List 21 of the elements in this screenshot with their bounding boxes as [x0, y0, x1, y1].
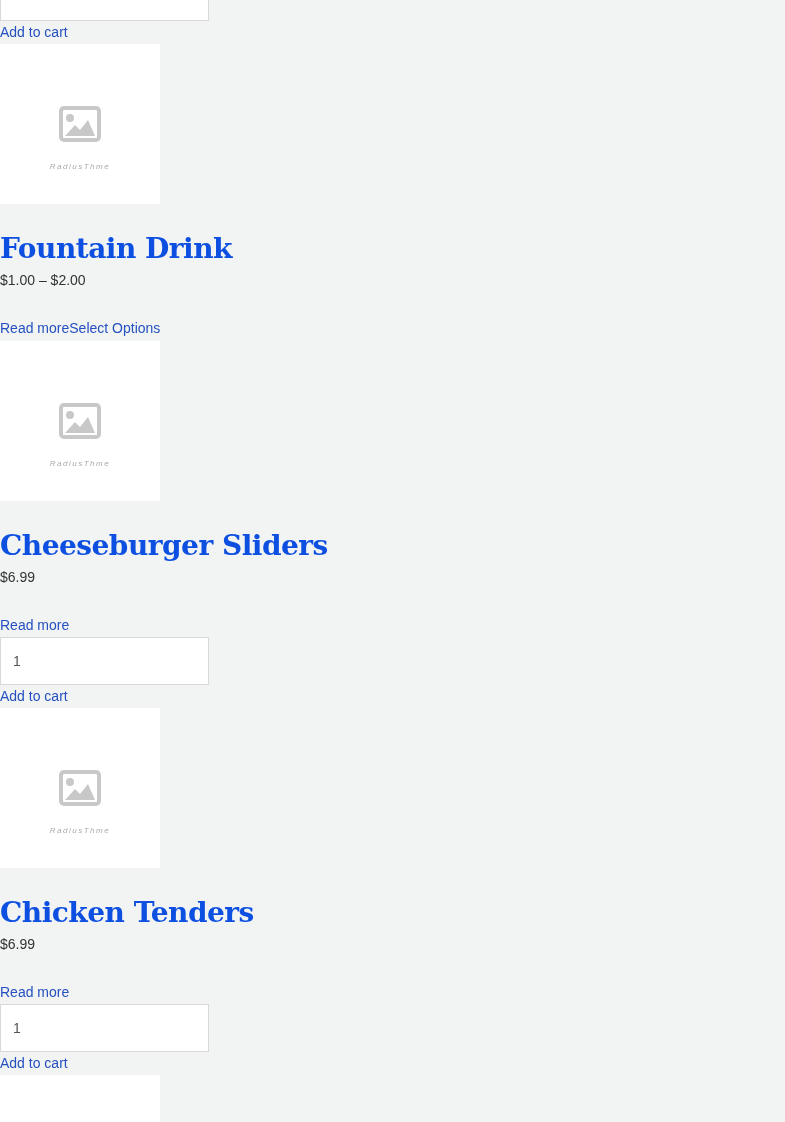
product-price: $6.99 — [0, 568, 37, 587]
quantity-field[interactable]: 1 — [0, 637, 209, 685]
product-price: $1.00 – $2.00 — [0, 271, 87, 290]
product-title[interactable]: Fountain Drink — [0, 231, 785, 267]
add-to-cart-link[interactable]: Add to cart — [0, 1052, 68, 1074]
product-link[interactable]: Select Options — [69, 317, 161, 339]
add-to-cart-link[interactable]: Add to cart — [0, 21, 68, 43]
image-caption: RadiusThme — [49, 459, 111, 468]
add-to-cart-link[interactable]: Add to cart — [0, 685, 68, 707]
image-caption: RadiusThme — [49, 162, 111, 171]
image-placeholder-icon — [59, 770, 101, 806]
product-link[interactable]: Read more — [0, 981, 70, 1003]
quantity-field[interactable]: 1 — [0, 1004, 209, 1052]
product-link[interactable]: Read more — [0, 317, 70, 339]
product-link[interactable]: Read more — [0, 614, 70, 636]
product-title[interactable]: Chicken Tenders — [0, 895, 785, 931]
image-caption: RadiusThme — [49, 826, 111, 835]
image-placeholder-icon — [59, 106, 101, 142]
product-title[interactable]: Cheeseburger Sliders — [0, 528, 785, 564]
image-placeholder-icon — [59, 403, 101, 439]
product-price: $6.99 — [0, 935, 37, 954]
